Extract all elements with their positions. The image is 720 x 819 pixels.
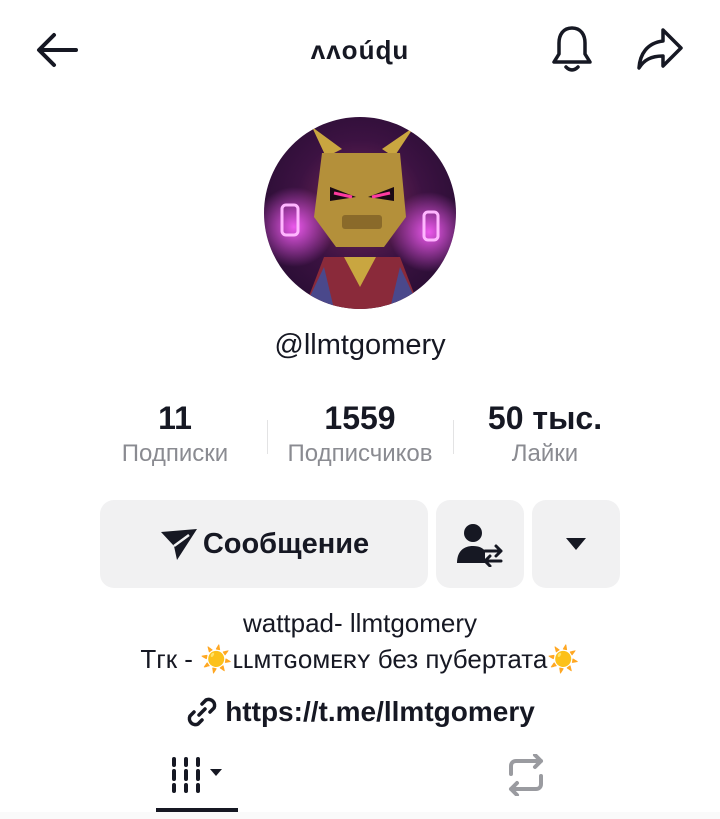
- message-button[interactable]: Сообщение: [100, 500, 428, 588]
- sun-emoji: ☀️: [200, 644, 233, 674]
- divider: [267, 420, 268, 454]
- grid-icon: [172, 757, 222, 793]
- more-options-button[interactable]: [532, 500, 620, 588]
- avatar-image: [264, 127, 456, 309]
- stat-value: 11: [158, 400, 192, 436]
- page-title: ʌʌoúɖu: [310, 35, 410, 65]
- bell-icon: [552, 26, 592, 72]
- share-arrow-icon: [637, 28, 683, 70]
- send-icon: [160, 529, 197, 560]
- bio-channel-name: ʟʟᴍᴛɢᴏᴍᴇʀʏ: [232, 644, 371, 674]
- link-icon: [187, 697, 217, 727]
- add-friend-swap-icon: [457, 524, 503, 567]
- tab-reposts[interactable]: [485, 745, 567, 805]
- stat-likes[interactable]: 50 тыс. Лайки: [465, 398, 625, 470]
- bio-prefix: Тгк -: [140, 644, 201, 674]
- stat-followers[interactable]: 1559 Подписчиков: [275, 398, 445, 470]
- notifications-button[interactable]: [545, 22, 599, 76]
- stat-value: 1559: [324, 400, 396, 436]
- profile-link[interactable]: https://t.me/llmtgomery: [150, 692, 570, 732]
- stat-following[interactable]: 11 Подписки: [95, 398, 255, 470]
- tab-videos[interactable]: [156, 745, 238, 805]
- arrow-left-icon: [37, 33, 78, 67]
- message-button-label: Сообщение: [202, 527, 370, 560]
- username: @llmtgomery: [274, 329, 446, 361]
- avatar[interactable]: [264, 117, 456, 309]
- stat-label: Подписки: [121, 440, 229, 467]
- stat-label: Подписчиков: [287, 440, 433, 467]
- sun-emoji: ☀️: [547, 644, 580, 674]
- stat-label: Лайки: [511, 440, 579, 467]
- divider: [453, 420, 454, 454]
- repost-icon: [509, 754, 543, 796]
- back-button[interactable]: [30, 28, 82, 72]
- share-button[interactable]: [630, 22, 690, 76]
- friends-button[interactable]: [436, 500, 524, 588]
- bio-suffix: без пубертата: [370, 644, 548, 674]
- bio-line-1: wattpad- llmtgomery: [242, 608, 478, 638]
- bottom-strip: [0, 812, 720, 819]
- caret-down-icon: [566, 538, 586, 550]
- stat-value: 50 тыс.: [487, 400, 603, 436]
- bio-line-2: Тгк - ☀️ʟʟᴍᴛɢᴏᴍᴇʀʏ без пубертата☀️: [0, 641, 720, 677]
- profile-link-text: https://t.me/llmtgomery: [225, 696, 535, 727]
